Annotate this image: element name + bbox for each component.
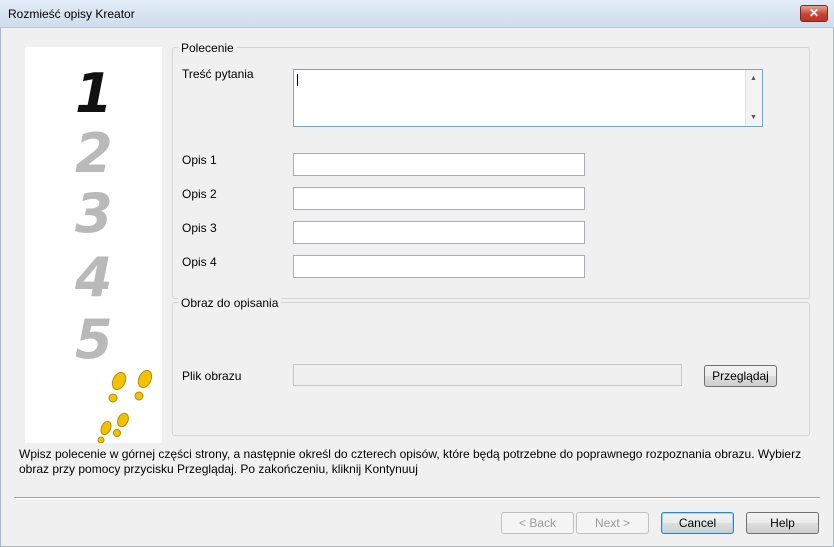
opis-2-input[interactable] [293,187,585,210]
window-title: Rozmieść opisy Kreator [8,7,135,21]
question-textarea[interactable]: ▲ ▼ [293,69,763,127]
opis-4-label: Opis 4 [182,255,217,269]
image-group-title: Obraz do opisania [178,296,282,310]
file-label: Plik obrazu [182,369,242,383]
wizard-sidebar: 1 2 3 4 5 [25,47,162,443]
footer-divider [14,497,820,499]
image-file-input[interactable] [293,364,682,386]
step-2: 2 [75,122,113,185]
question-scrollbar[interactable]: ▲ ▼ [745,70,762,126]
opis-3-label: Opis 3 [182,221,217,235]
close-button[interactable]: ✕ [800,5,828,22]
next-button[interactable]: Next > [576,512,649,534]
step-4: 4 [75,246,113,309]
scroll-up-icon[interactable]: ▲ [750,75,757,82]
back-button[interactable]: < Back [501,512,574,534]
footprints-icon [97,369,153,443]
browse-button[interactable]: Przeglądaj [704,365,777,387]
help-button[interactable]: Help [746,512,819,534]
step-1: 1 [75,62,113,125]
step-5: 5 [75,308,113,371]
text-caret [297,74,298,86]
opis-1-label: Opis 1 [182,153,217,167]
cancel-button[interactable]: Cancel [661,512,734,534]
opis-4-input[interactable] [293,255,585,278]
opis-1-input[interactable] [293,153,585,176]
opis-2-label: Opis 2 [182,187,217,201]
opis-3-input[interactable] [293,221,585,244]
polecenie-group-title: Polecenie [178,41,237,55]
instruction-text: Wpisz polecenie w górnej części strony, … [19,447,802,476]
question-label: Treść pytania [182,67,254,81]
scroll-down-icon[interactable]: ▼ [750,114,757,121]
step-3: 3 [75,182,113,245]
title-bar: Rozmieść opisy Kreator ✕ [0,0,834,28]
